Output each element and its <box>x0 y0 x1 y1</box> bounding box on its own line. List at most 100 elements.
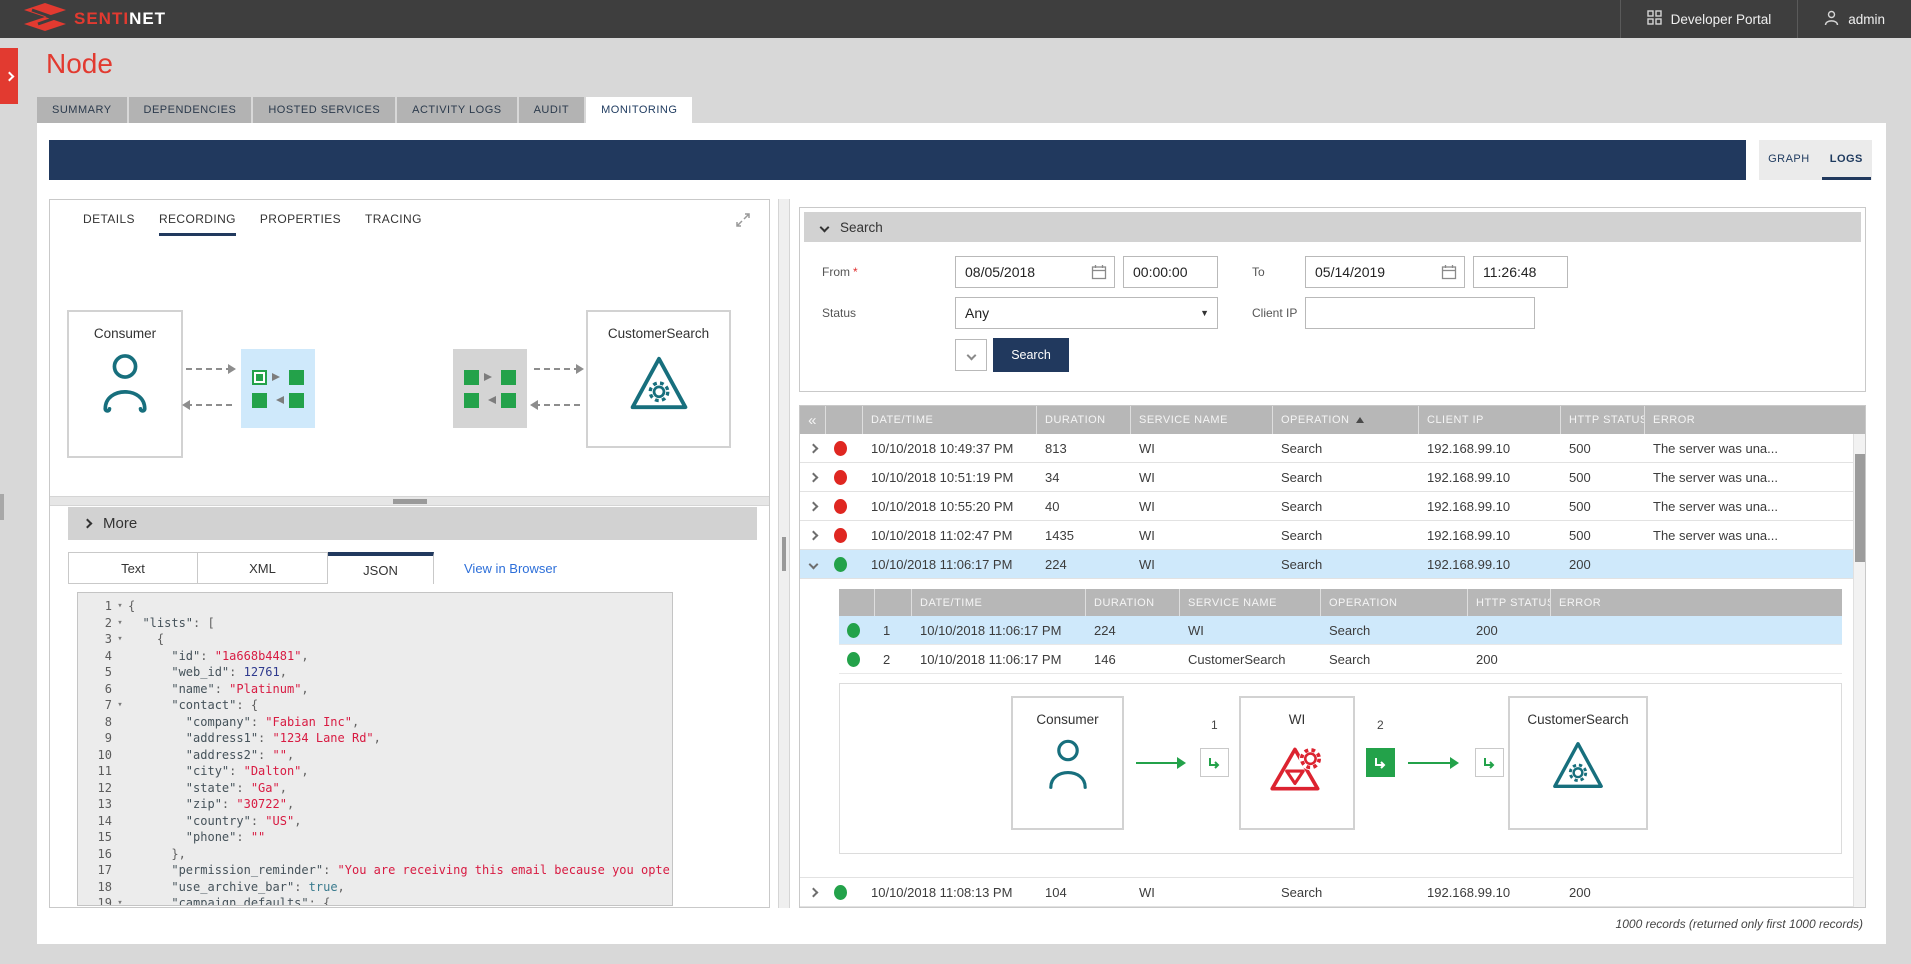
table-row[interactable]: 10/10/2018 11:02:47 PM1435WISearch192.16… <box>800 521 1865 550</box>
table-row[interactable]: 10/10/2018 10:51:19 PM34WISearch192.168.… <box>800 463 1865 492</box>
request-message-icon[interactable] <box>501 370 516 385</box>
fold-toggle-icon[interactable]: ▾ <box>112 697 128 714</box>
to-date-field <box>1305 256 1465 288</box>
to-date-input[interactable] <box>1305 256 1465 288</box>
flow-node-backend[interactable]: CustomerSearch <box>1508 696 1648 830</box>
code-line: 2▾ "lists": [ <box>78 615 672 632</box>
flow-node-service[interactable]: WI <box>1239 696 1355 830</box>
vertical-splitter[interactable] <box>778 199 790 908</box>
column-duration[interactable]: DURATION <box>1086 589 1180 616</box>
developer-portal-button[interactable]: Developer Portal <box>1621 0 1798 38</box>
table-row[interactable]: 10/10/2018 11:14:19 PM78WISearch192.168.… <box>800 907 1865 908</box>
response-message-icon[interactable] <box>501 393 516 408</box>
request-message-icon[interactable] <box>1200 748 1229 777</box>
search-expander[interactable]: Search <box>804 212 1861 242</box>
expand-row-button[interactable] <box>800 492 826 520</box>
horizontal-splitter[interactable] <box>50 496 769 506</box>
response-message-icon[interactable] <box>289 393 304 408</box>
expand-row-button[interactable] <box>800 907 826 908</box>
splitter-handle[interactable] <box>782 537 786 571</box>
tab-summary[interactable]: SUMMARY <box>37 97 127 123</box>
tab-dependencies[interactable]: DEPENDENCIES <box>129 97 252 123</box>
response-message-icon[interactable] <box>252 393 267 408</box>
column-operation[interactable]: OPERATION <box>1273 406 1419 434</box>
status-column-header[interactable] <box>826 406 863 434</box>
to-time-input[interactable] <box>1473 256 1568 288</box>
table-row[interactable]: 10/10/2018 10:55:20 PM40WISearch192.168.… <box>800 492 1865 521</box>
request-message-icon[interactable] <box>289 370 304 385</box>
request-message-icon[interactable] <box>1366 748 1395 777</box>
column-datetime[interactable]: DATE/TIME <box>912 589 1086 616</box>
record-detail-tabs: DETAILS RECORDING PROPERTIES TRACING <box>83 212 422 236</box>
client-ip-input[interactable] <box>1305 297 1535 329</box>
search-options-dropdown[interactable] <box>955 339 987 371</box>
column-datetime[interactable]: DATE/TIME <box>863 406 1037 434</box>
response-message-icon[interactable] <box>464 393 479 408</box>
status-select[interactable] <box>955 297 1218 329</box>
column-service-name[interactable]: SERVICE NAME <box>1180 589 1321 616</box>
message-exchange-selected[interactable] <box>241 349 315 428</box>
tab-tracing[interactable]: TRACING <box>365 212 422 236</box>
expand-row-button[interactable] <box>800 521 826 549</box>
tab-recording[interactable]: RECORDING <box>159 212 236 236</box>
column-http-status[interactable]: HTTP STATUS <box>1468 589 1551 616</box>
collapse-all-button[interactable]: « <box>800 406 826 434</box>
tab-hosted-services[interactable]: HOSTED SERVICES <box>253 97 395 123</box>
table-row[interactable]: 10/10/2018 11:06:17 PM224WISearch192.168… <box>800 550 1865 579</box>
user-menu[interactable]: admin <box>1798 0 1911 38</box>
payload-tab-json[interactable]: JSON <box>328 552 434 584</box>
splitter-handle[interactable] <box>393 499 427 504</box>
tab-details[interactable]: DETAILS <box>83 212 135 236</box>
column-client-ip[interactable]: CLIENT IP <box>1419 406 1561 434</box>
request-message-icon[interactable] <box>252 370 267 385</box>
from-time-input[interactable] <box>1123 256 1218 288</box>
fold-toggle-icon[interactable]: ▾ <box>112 631 128 648</box>
column-duration[interactable]: DURATION <box>1037 406 1131 434</box>
sidebar-expander[interactable] <box>0 48 18 104</box>
nested-table-row[interactable]: 110/10/2018 11:06:17 PM224WISearch200 <box>839 616 1842 645</box>
message-exchange[interactable] <box>453 349 527 428</box>
diagram-node-consumer[interactable]: Consumer <box>67 310 183 458</box>
fold-toggle-icon[interactable]: ▾ <box>112 895 128 906</box>
cell-datetime: 10/10/2018 11:06:17 PM <box>863 550 1037 578</box>
column-error[interactable]: ERROR <box>1645 406 1865 434</box>
expand-row-button[interactable] <box>800 878 826 906</box>
request-message-icon[interactable] <box>464 370 479 385</box>
column-http-status[interactable]: HTTP STATUS <box>1561 406 1645 434</box>
from-date-input[interactable] <box>955 256 1115 288</box>
sentinet-logo[interactable]: SENTINET <box>22 2 166 37</box>
json-code-editor[interactable]: 1▾{2▾ "lists": [3▾ {4 "id": "1a668b4481"… <box>77 592 673 906</box>
column-operation[interactable]: OPERATION <box>1321 589 1468 616</box>
collapse-row-button[interactable] <box>800 550 826 578</box>
payload-tab-text[interactable]: Text <box>68 552 198 584</box>
expand-panel-icon[interactable] <box>735 212 751 233</box>
tab-properties[interactable]: PROPERTIES <box>260 212 341 236</box>
collapsed-splitter-handle[interactable] <box>0 494 4 520</box>
view-in-browser-link[interactable]: View in Browser <box>434 552 587 584</box>
expand-row-button[interactable] <box>800 434 826 462</box>
fold-toggle-icon[interactable]: ▾ <box>112 615 128 632</box>
tab-activity-logs[interactable]: ACTIVITY LOGS <box>397 97 516 123</box>
cell-client-ip: 192.168.99.10 <box>1419 521 1561 549</box>
status-select-field: ▼ <box>955 297 1218 329</box>
request-message-icon[interactable] <box>1475 748 1504 777</box>
diagram-node-backend[interactable]: CustomerSearch <box>586 310 731 448</box>
flow-node-consumer[interactable]: Consumer <box>1011 696 1124 830</box>
more-expander[interactable]: More <box>68 507 757 540</box>
scrollbar-thumb[interactable] <box>1855 454 1865 562</box>
fold-toggle-icon[interactable]: ▾ <box>112 598 128 615</box>
expand-row-button[interactable] <box>800 463 826 491</box>
vertical-scrollbar[interactable] <box>1853 434 1865 907</box>
view-tab-logs[interactable]: LOGS <box>1822 140 1871 180</box>
view-tab-graph[interactable]: GRAPH <box>1760 140 1818 180</box>
column-error[interactable]: ERROR <box>1551 589 1842 616</box>
table-row[interactable]: 10/10/2018 10:49:37 PM813WISearch192.168… <box>800 434 1865 463</box>
nested-table-row[interactable]: 210/10/2018 11:06:17 PM146CustomerSearch… <box>839 645 1842 674</box>
column-service-name[interactable]: SERVICE NAME <box>1131 406 1273 434</box>
diagram-node-service[interactable]: WI <box>313 308 453 458</box>
payload-tab-xml[interactable]: XML <box>198 552 328 584</box>
table-row[interactable]: 10/10/2018 11:08:13 PM104WISearch192.168… <box>800 878 1865 907</box>
search-button[interactable]: Search <box>993 338 1069 372</box>
tab-monitoring[interactable]: MONITORING <box>586 97 692 123</box>
tab-audit[interactable]: AUDIT <box>519 97 585 123</box>
